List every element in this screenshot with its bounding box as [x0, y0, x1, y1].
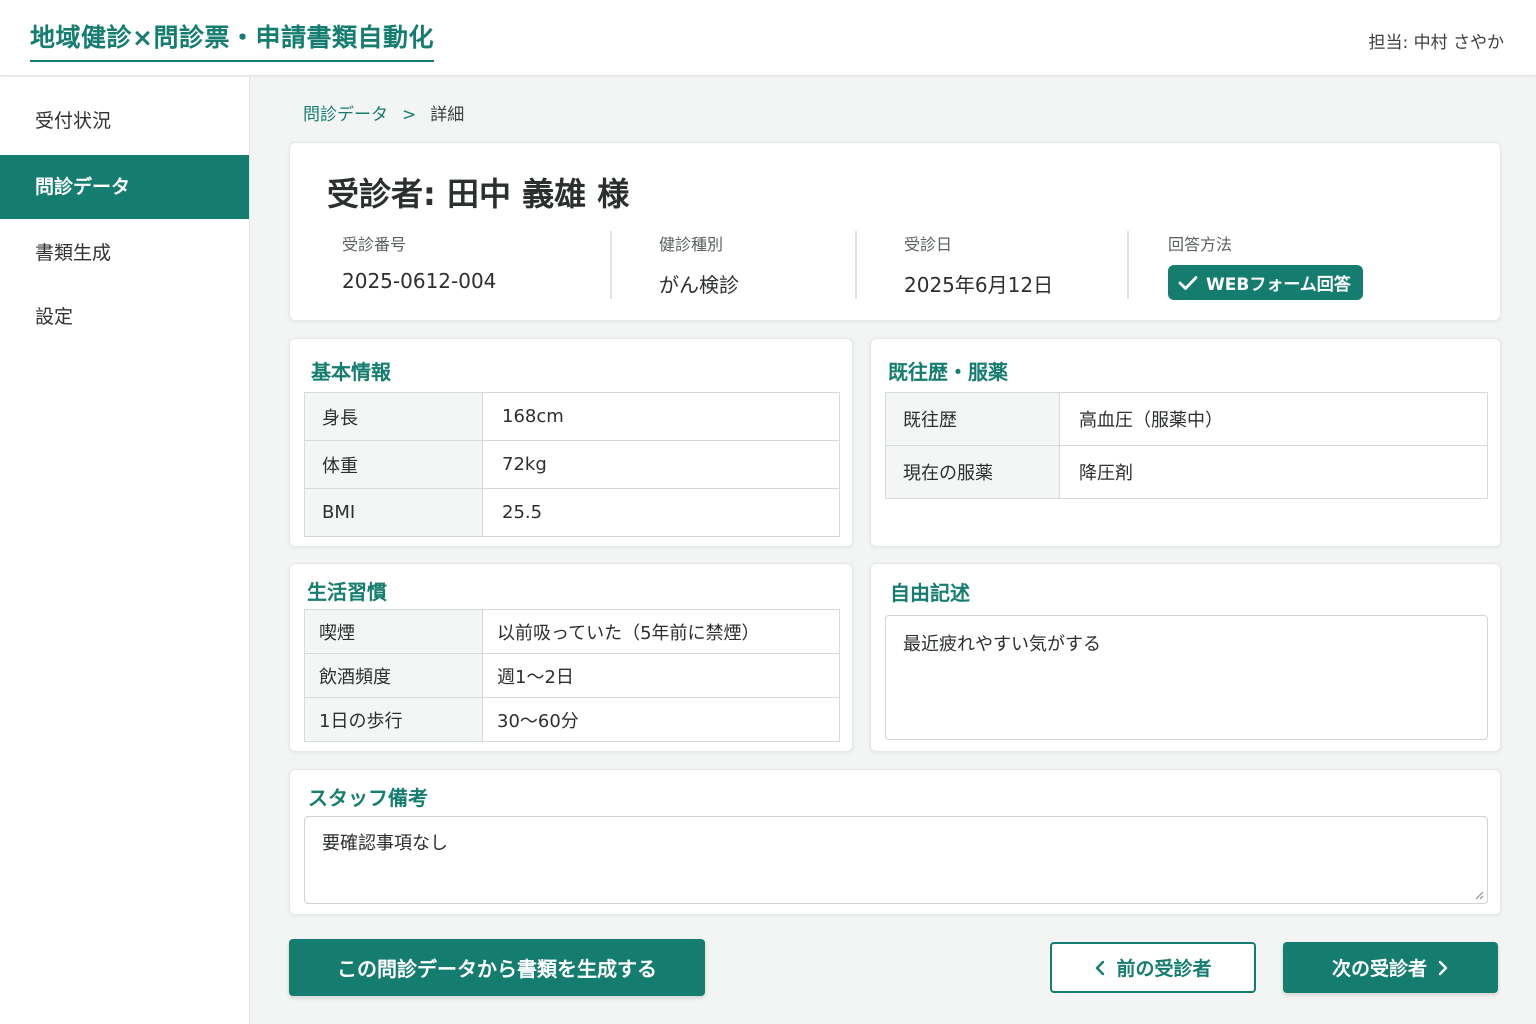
history-card: 既往歴・服薬 既往歴 高血圧（服薬中） 現在の服薬 降圧剤: [870, 338, 1501, 547]
row-key: 現在の服薬: [885, 445, 1060, 499]
row-value: 週1〜2日: [482, 653, 840, 698]
row-key: 体重: [304, 440, 483, 489]
table-row: 喫煙 以前吸っていた（5年前に禁煙）: [304, 609, 840, 654]
free-text-title: 自由記述: [890, 581, 970, 605]
lifestyle-card: 生活習慣 喫煙 以前吸っていた（5年前に禁煙） 飲酒頻度 週1〜2日 1日の歩行…: [289, 563, 853, 752]
exam-date-label: 受診日: [904, 235, 953, 254]
row-key: BMI: [304, 488, 483, 537]
row-value: 168cm: [482, 392, 840, 441]
meta-exam-number: 受診番号 2025-0612-004: [342, 231, 610, 299]
row-key: 身長: [304, 392, 483, 441]
sidebar: 受付状況 問診データ 書類生成 設定: [0, 77, 250, 1024]
row-key: 既往歴: [885, 392, 1060, 446]
table-row: 既往歴 高血圧（服薬中）: [885, 392, 1488, 446]
lifestyle-title: 生活習慣: [307, 580, 387, 604]
app-header: 地域健診×問診票・申請書類自動化 担当: 中村 さやか: [0, 0, 1536, 76]
check-icon: [1178, 275, 1198, 290]
patient-title: 受診者: 田中 義雄 様: [327, 175, 630, 213]
answer-method-value: WEBフォーム回答: [1206, 275, 1351, 295]
user-label: 担当: 中村 さやか: [1368, 33, 1504, 53]
row-value: 72kg: [482, 440, 840, 489]
breadcrumb: 問診データ > 詳細: [303, 100, 464, 125]
answer-method-badge: WEBフォーム回答: [1168, 265, 1363, 300]
history-title: 既往歴・服薬: [888, 360, 1008, 384]
sidebar-item-questionnaire[interactable]: 問診データ: [0, 155, 249, 219]
breadcrumb-separator: >: [402, 105, 417, 125]
breadcrumb-parent-link[interactable]: 問診データ: [303, 105, 388, 125]
chevron-left-icon: [1096, 960, 1105, 975]
next-patient-button[interactable]: 次の受診者: [1283, 942, 1498, 993]
free-text-card: 自由記述 最近疲れやすい気がする: [870, 563, 1501, 752]
staff-notes-textarea[interactable]: 要確認事項なし: [304, 816, 1488, 904]
sidebar-item-reception[interactable]: 受付状況: [0, 89, 249, 153]
row-key: 喫煙: [304, 609, 483, 654]
table-row: BMI 25.5: [304, 488, 840, 537]
exam-number-label: 受診番号: [342, 235, 407, 254]
table-row: 現在の服薬 降圧剤: [885, 445, 1488, 499]
row-value: 高血圧（服薬中）: [1059, 392, 1488, 446]
sidebar-item-settings[interactable]: 設定: [0, 285, 249, 349]
exam-number-value: 2025-0612-004: [342, 269, 497, 293]
table-row: 身長 168cm: [304, 392, 840, 441]
next-patient-label: 次の受診者: [1331, 958, 1427, 980]
generate-documents-label: この問診データから書類を生成する: [337, 957, 657, 981]
exam-type-label: 健診種別: [659, 235, 724, 254]
table-row: 体重 72kg: [304, 440, 840, 489]
answer-method-label: 回答方法: [1168, 235, 1233, 254]
row-value: 30〜60分: [482, 697, 840, 742]
generate-documents-button[interactable]: この問診データから書類を生成する: [289, 939, 705, 996]
row-key: 飲酒頻度: [304, 653, 483, 698]
exam-type-value: がん検診: [659, 273, 739, 297]
basic-info-title: 基本情報: [311, 360, 391, 384]
table-row: 飲酒頻度 週1〜2日: [304, 653, 840, 698]
staff-notes-text: 要確認事項なし: [322, 833, 448, 854]
sidebar-item-documents[interactable]: 書類生成: [0, 221, 249, 285]
lifestyle-table: 喫煙 以前吸っていた（5年前に禁煙） 飲酒頻度 週1〜2日 1日の歩行 30〜6…: [304, 609, 840, 742]
resize-grip-icon[interactable]: [1474, 890, 1484, 900]
staff-notes-title: スタッフ備考: [308, 786, 428, 810]
row-value: 以前吸っていた（5年前に禁煙）: [482, 609, 840, 654]
basic-info-card: 基本情報 身長 168cm 体重 72kg BMI 25.5: [289, 338, 853, 547]
basic-info-table: 身長 168cm 体重 72kg BMI 25.5: [304, 392, 840, 537]
prev-patient-button[interactable]: 前の受診者: [1050, 942, 1256, 993]
row-key: 1日の歩行: [304, 697, 483, 742]
row-value: 25.5: [482, 488, 840, 537]
meta-exam-type: 健診種別 がん検診: [610, 231, 855, 299]
table-row: 1日の歩行 30〜60分: [304, 697, 840, 742]
breadcrumb-current: 詳細: [430, 105, 465, 125]
staff-notes-card: スタッフ備考 要確認事項なし: [289, 769, 1501, 915]
history-table: 既往歴 高血圧（服薬中） 現在の服薬 降圧剤: [885, 392, 1488, 499]
row-value: 降圧剤: [1059, 445, 1488, 499]
free-text-field[interactable]: 最近疲れやすい気がする: [885, 615, 1488, 740]
patient-card: 受診者: 田中 義雄 様 受診番号 2025-0612-004 健診種別 がん検…: [289, 142, 1501, 321]
meta-answer-method: 回答方法 WEBフォーム回答: [1127, 231, 1427, 300]
app-title: 地域健診×問診票・申請書類自動化: [30, 18, 434, 62]
prev-patient-label: 前の受診者: [1116, 958, 1212, 980]
exam-date-value: 2025年6月12日: [904, 273, 1054, 297]
meta-exam-date: 受診日 2025年6月12日: [855, 231, 1127, 299]
chevron-right-icon: [1438, 960, 1448, 975]
